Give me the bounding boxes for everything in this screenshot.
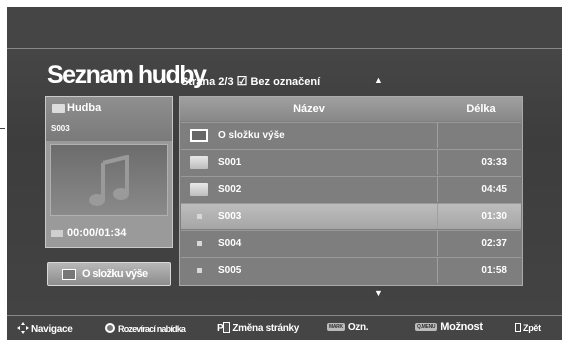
row-length: 01:58: [481, 265, 507, 276]
footer-help-bar: Navigace Rozevírací nabídka P Změna strán…: [7, 315, 562, 340]
playback-time-row: 00:00/01:34: [46, 224, 172, 246]
footer-page-change: P Změna stránky: [217, 322, 299, 334]
scroll-down-arrow-icon[interactable]: ▼: [374, 288, 383, 298]
footer-navigation: Navigace: [17, 322, 73, 335]
footer-back: Zpět: [515, 323, 541, 333]
list-row[interactable]: S004 02:37: [181, 230, 521, 256]
column-divider: [437, 258, 438, 283]
row-name: O složku výše: [218, 130, 285, 141]
album-art: [50, 144, 168, 216]
list-row[interactable]: S002 04:45: [181, 176, 521, 202]
back-key-icon: [515, 323, 521, 332]
footer-popup-menu: Rozevírací nabídka: [105, 323, 186, 334]
ok-button-icon: [105, 323, 115, 333]
folder-up-button[interactable]: O složku výše: [47, 262, 171, 286]
column-divider: [437, 231, 438, 256]
mark-key-icon: MARK: [327, 323, 345, 331]
row-length: 02:37: [481, 238, 507, 249]
folder-up-icon: [62, 269, 76, 280]
selection-status: Bez označení: [250, 76, 321, 88]
footer-page-change-label: Změna stránky: [232, 323, 300, 334]
list-row-selected[interactable]: S003 01:30: [181, 203, 521, 229]
list-header: Název Délka: [180, 97, 522, 121]
qmenu-key-icon: Q.MENU: [415, 323, 438, 331]
folder-icon: [190, 183, 208, 196]
page-key-icon: [223, 322, 231, 333]
list-row-folder-up[interactable]: O složku výše: [181, 122, 521, 148]
file-list: Název Délka O složku výše S001 03:33 S00…: [179, 96, 523, 286]
now-playing-header: Hudba S003: [46, 97, 172, 141]
column-length-header: Délka: [466, 103, 496, 115]
page-number: Strana 2/3: [181, 76, 234, 88]
footer-back-label: Zpět: [523, 323, 541, 333]
footer-mark-label: Ozn.: [347, 322, 369, 333]
music-file-icon: [197, 214, 202, 219]
footer-navigation-label: Navigace: [31, 324, 73, 335]
column-divider: [437, 123, 438, 148]
row-length: 01:30: [481, 211, 507, 222]
column-divider: [437, 150, 438, 175]
progress-bar: [51, 230, 63, 237]
footer-mark: MARK Ozn.: [327, 322, 369, 333]
column-name-header: Název: [293, 103, 325, 115]
column-divider: [437, 204, 438, 229]
row-length: 03:33: [481, 157, 507, 168]
page-indicator: Strana 2/3 ☑ Bez označení: [181, 74, 320, 88]
music-file-icon: [197, 268, 202, 273]
row-name: S004: [218, 238, 242, 249]
music-file-icon: [197, 241, 202, 246]
top-bar: [7, 7, 562, 49]
current-track: S003: [51, 124, 70, 133]
scroll-up-arrow-icon[interactable]: ▲: [374, 75, 383, 85]
list-row[interactable]: S001 03:33: [181, 149, 521, 175]
footer-popup-label: Rozevírací nabídka: [118, 324, 186, 334]
frame-tick: [0, 128, 5, 129]
column-divider: [437, 177, 438, 202]
folder-icon: [52, 104, 65, 113]
folder-up-icon: [190, 129, 208, 142]
row-name: S003: [218, 211, 242, 222]
music-note-icon: [89, 155, 129, 206]
footer-options: Q.MENU Možnost: [415, 321, 483, 333]
row-name: S001: [218, 157, 242, 168]
tv-frame: Seznam hudby Strana 2/3 ☑ Bez označení ▲…: [0, 0, 569, 346]
footer-options-label: Možnost: [440, 321, 483, 333]
navigation-arrows-icon: [17, 322, 29, 334]
checkbox-icon: ☑: [236, 74, 248, 88]
folder-name: Hudba: [67, 102, 102, 114]
row-name: S005: [218, 265, 242, 276]
folder-up-label: O složku výše: [82, 268, 148, 280]
music-list-screen: Seznam hudby Strana 2/3 ☑ Bez označení ▲…: [7, 7, 562, 340]
playback-time: 00:00/01:34: [67, 227, 127, 239]
row-name: S002: [218, 184, 242, 195]
now-playing-panel: Hudba S003 00:00/01:34: [45, 96, 173, 248]
row-length: 04:45: [481, 184, 507, 195]
folder-icon: [190, 156, 208, 169]
list-row[interactable]: S005 01:58: [181, 257, 521, 283]
